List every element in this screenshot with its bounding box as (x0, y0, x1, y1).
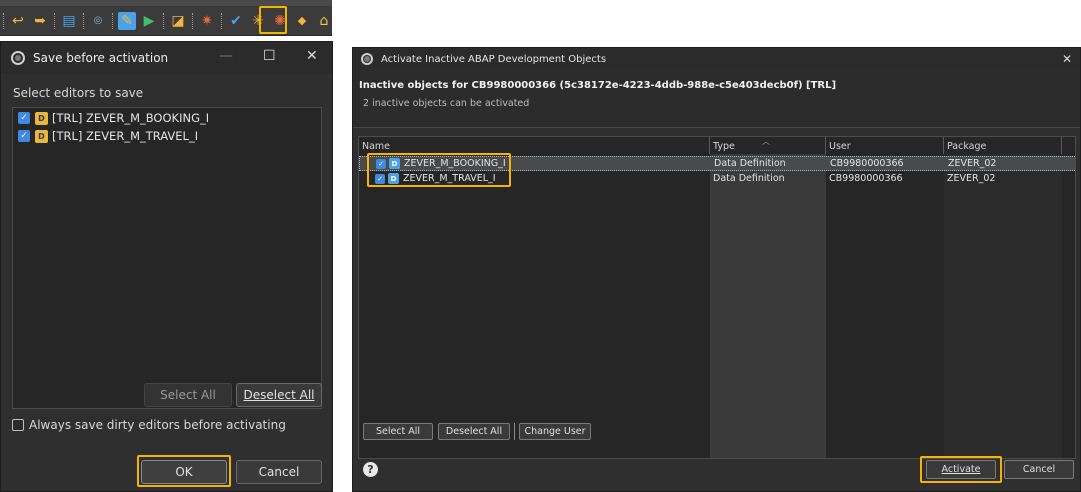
toolbar-separator (112, 13, 113, 29)
ok-button-highlight (137, 455, 231, 487)
select-editors-label: Select editors to save (13, 86, 144, 100)
undo-arrow-icon[interactable]: ↩ (9, 12, 27, 30)
type-column-bg (710, 154, 826, 458)
close-icon[interactable]: ✕ (306, 48, 318, 64)
dialog-title-bar: Activate Inactive ABAP Development Objec… (353, 48, 1080, 70)
eclipse-gear-icon (11, 51, 25, 65)
checkbox-unchecked[interactable] (12, 419, 24, 431)
activate-icon[interactable]: ✷ (198, 12, 216, 30)
user-column-bg (826, 154, 944, 458)
column-type-label: Type (713, 141, 735, 152)
data-definition-icon: D (35, 111, 48, 125)
edit-document-icon[interactable]: ✎ (118, 12, 136, 30)
toolbar-separator (83, 13, 84, 29)
format-icon[interactable]: ◪ (169, 12, 187, 30)
close-icon[interactable]: ✕ (1062, 52, 1072, 66)
toolbar-separator (221, 13, 222, 29)
toolbar-separator (54, 13, 55, 29)
dialog-title: Activate Inactive ABAP Development Objec… (381, 53, 607, 65)
outline-icon[interactable]: ◎ (89, 12, 107, 30)
checkbox-checked[interactable]: ✓ (18, 130, 30, 142)
activate-button-highlight (920, 456, 1002, 483)
change-user-button[interactable]: Change User (519, 423, 591, 440)
console-icon[interactable]: ▤ (60, 12, 78, 30)
deselect-all-label: Deselect All (243, 388, 315, 402)
lock-icon[interactable]: ⌂ (315, 12, 333, 30)
deselect-all-button[interactable]: Deselect All (438, 423, 510, 440)
object-package: ZEVER_02 (947, 173, 996, 184)
select-all-button[interactable]: Select All (144, 383, 232, 407)
dialog-header: Inactive objects for CB9980000366 (5c381… (353, 70, 1080, 128)
cancel-button[interactable]: Cancel (236, 460, 322, 484)
editor-label: [TRL] ZEVER_M_TRAVEL_I (52, 129, 199, 143)
object-type: Data Definition (713, 173, 785, 184)
run-icon[interactable]: ▶ (140, 12, 158, 30)
maximize-icon[interactable]: ☐ (263, 48, 276, 64)
toolbar-separator (163, 13, 164, 29)
column-user-label: User (829, 141, 851, 152)
transport-icon[interactable]: ◆ (293, 12, 311, 30)
column-header-user[interactable]: User (826, 137, 944, 154)
select-all-button[interactable]: Select All (363, 423, 433, 440)
activate-icon-highlight (259, 6, 287, 34)
inactive-objects-count: 2 inactive objects can be activated (363, 98, 530, 109)
column-package-label: Package (947, 141, 987, 152)
column-name-label: Name (362, 141, 391, 152)
object-package: ZEVER_02 (948, 158, 997, 169)
always-save-option[interactable]: Always save dirty editors before activat… (12, 418, 286, 432)
dialog-title: Save before activation (33, 51, 169, 65)
dialog-title-bar: Save before activation (1, 42, 332, 74)
help-icon[interactable]: ? (363, 462, 378, 477)
toolbar-separator (3, 13, 4, 29)
main-toolbar: ↩ ➥ ▤ ◎ ✎ ▶ ◪ ✷ ✔ ✳ ✺ ◆ ⌂ (0, 0, 332, 36)
toolbar-separator (192, 13, 193, 29)
save-before-activation-dialog: Save before activation — ☐ ✕ Select edit… (0, 41, 333, 492)
inactive-objects-heading: Inactive objects for CB9980000366 (5c381… (359, 80, 837, 91)
minimize-icon[interactable]: — (219, 48, 233, 64)
object-type: Data Definition (714, 158, 786, 169)
sort-caret-icon: ︿ (762, 137, 770, 146)
eclipse-gear-icon (361, 53, 373, 65)
editor-list[interactable]: ✓ D [TRL] ZEVER_M_BOOKING_I ✓ D [TRL] ZE… (12, 107, 322, 409)
button-separator (514, 423, 515, 440)
object-user: CB9980000366 (830, 158, 904, 169)
package-column-bg (944, 154, 1062, 458)
deselect-all-button[interactable]: Deselect All (236, 383, 322, 407)
checkbox-checked[interactable]: ✓ (18, 112, 30, 124)
rows-highlight (367, 153, 511, 187)
editor-label: [TRL] ZEVER_M_BOOKING_I (52, 111, 210, 125)
object-user: CB9980000366 (829, 173, 903, 184)
column-header-package[interactable]: Package (944, 137, 1062, 154)
cancel-label: Cancel (1022, 464, 1056, 475)
always-save-label: Always save dirty editors before activat… (29, 418, 286, 432)
select-all-label: Select All (375, 426, 421, 437)
activate-inactive-objects-dialog: Activate Inactive ABAP Development Objec… (352, 47, 1081, 492)
change-user-label: Change User (524, 426, 586, 437)
table-header: Name Type User Package (359, 137, 1075, 154)
deselect-all-label: Deselect All (445, 426, 503, 437)
check-icon[interactable]: ✔ (227, 12, 245, 30)
cancel-button[interactable]: Cancel (1004, 460, 1074, 479)
editor-list-item[interactable]: ✓ D [TRL] ZEVER_M_BOOKING_I (13, 110, 321, 126)
editor-list-item[interactable]: ✓ D [TRL] ZEVER_M_TRAVEL_I (13, 128, 321, 144)
column-header-name[interactable]: Name (359, 137, 710, 154)
data-definition-icon: D (35, 129, 48, 143)
redo-arrow-icon[interactable]: ➥ (31, 12, 49, 30)
